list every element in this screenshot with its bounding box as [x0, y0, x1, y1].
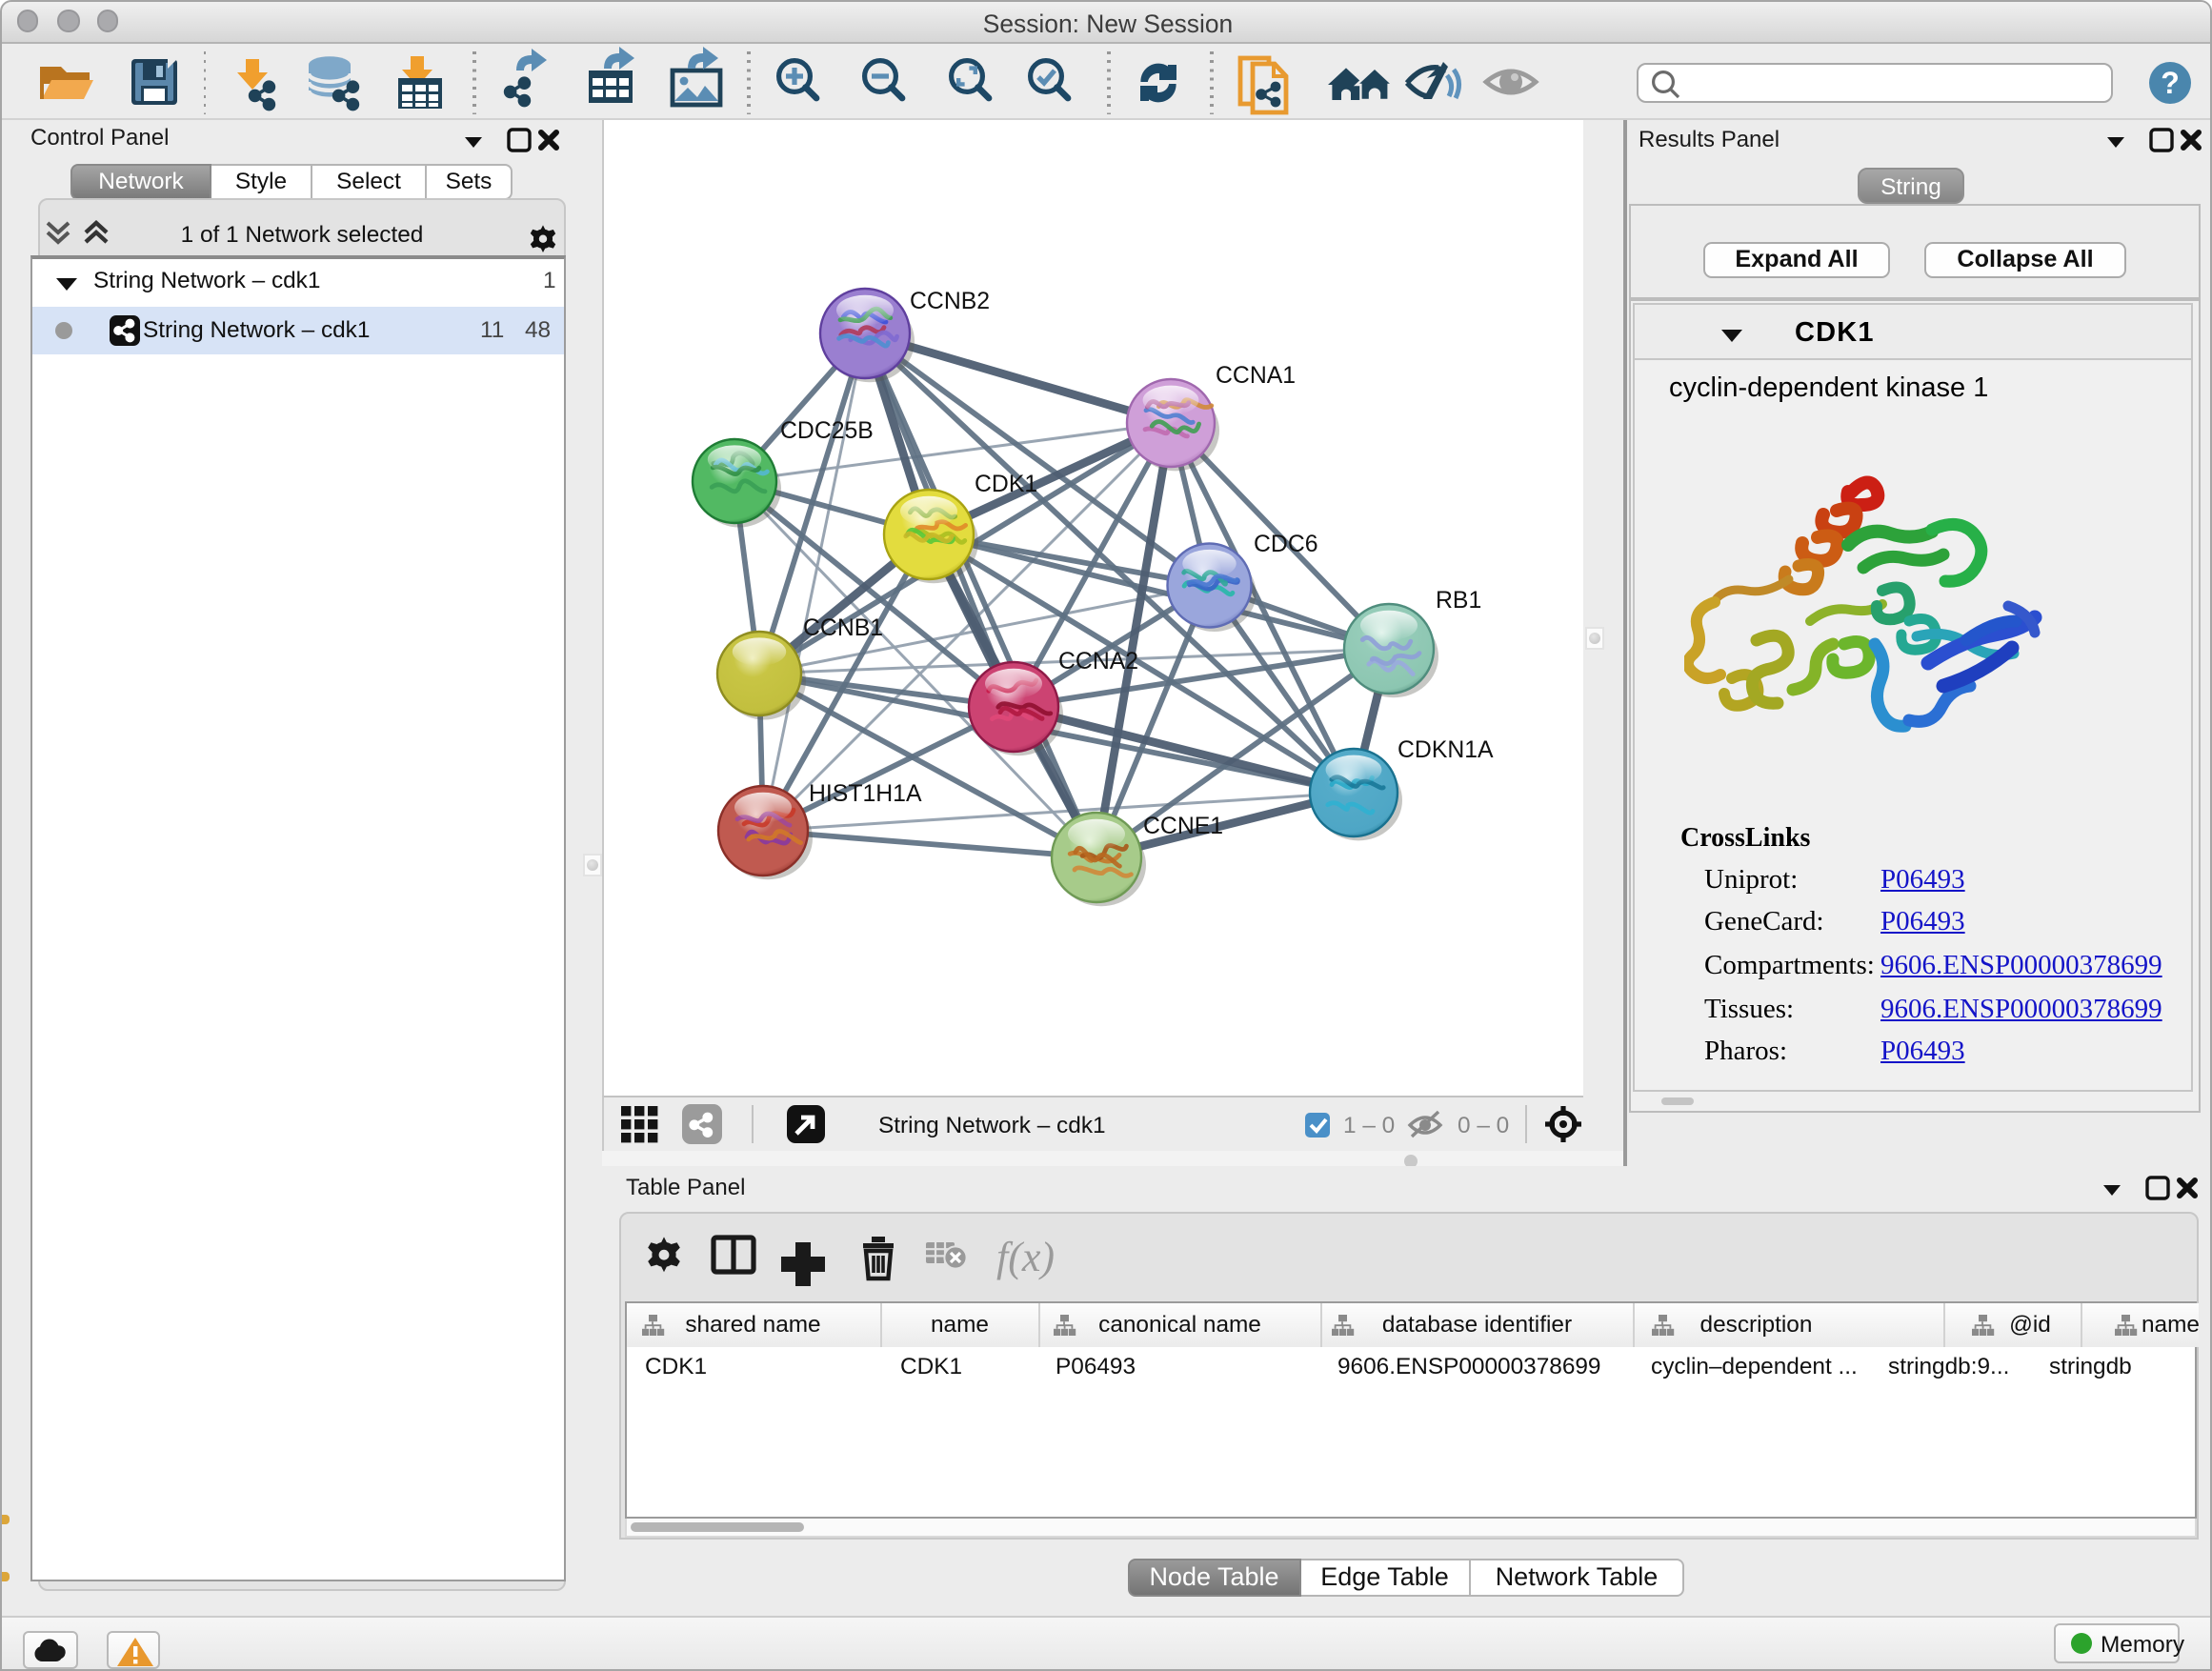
svg-text:0 – 0: 0 – 0: [1458, 1113, 1509, 1138]
svg-text:CCNE1: CCNE1: [1143, 814, 1223, 839]
svg-text:CCNB1: CCNB1: [803, 615, 883, 641]
svg-text:CDK1: CDK1: [975, 472, 1037, 497]
svg-text:CDKN1A: CDKN1A: [1398, 737, 1494, 763]
svg-text:1 – 0: 1 – 0: [1343, 1113, 1395, 1138]
svg-text:String Network – cdk1: String Network – cdk1: [878, 1113, 1106, 1138]
svg-text:?: ?: [2161, 66, 2180, 100]
svg-text:HIST1H1A: HIST1H1A: [809, 781, 922, 807]
svg-text:f(x): f(x): [995, 1234, 1054, 1280]
svg-text:CCNA1: CCNA1: [1216, 363, 1296, 389]
svg-text:CCNB2: CCNB2: [910, 289, 990, 314]
svg-text:CDC6: CDC6: [1254, 532, 1318, 557]
svg-text:CCNA2: CCNA2: [1058, 649, 1138, 674]
svg-text:RB1: RB1: [1436, 588, 1481, 614]
svg-text:CDC25B: CDC25B: [780, 418, 874, 444]
